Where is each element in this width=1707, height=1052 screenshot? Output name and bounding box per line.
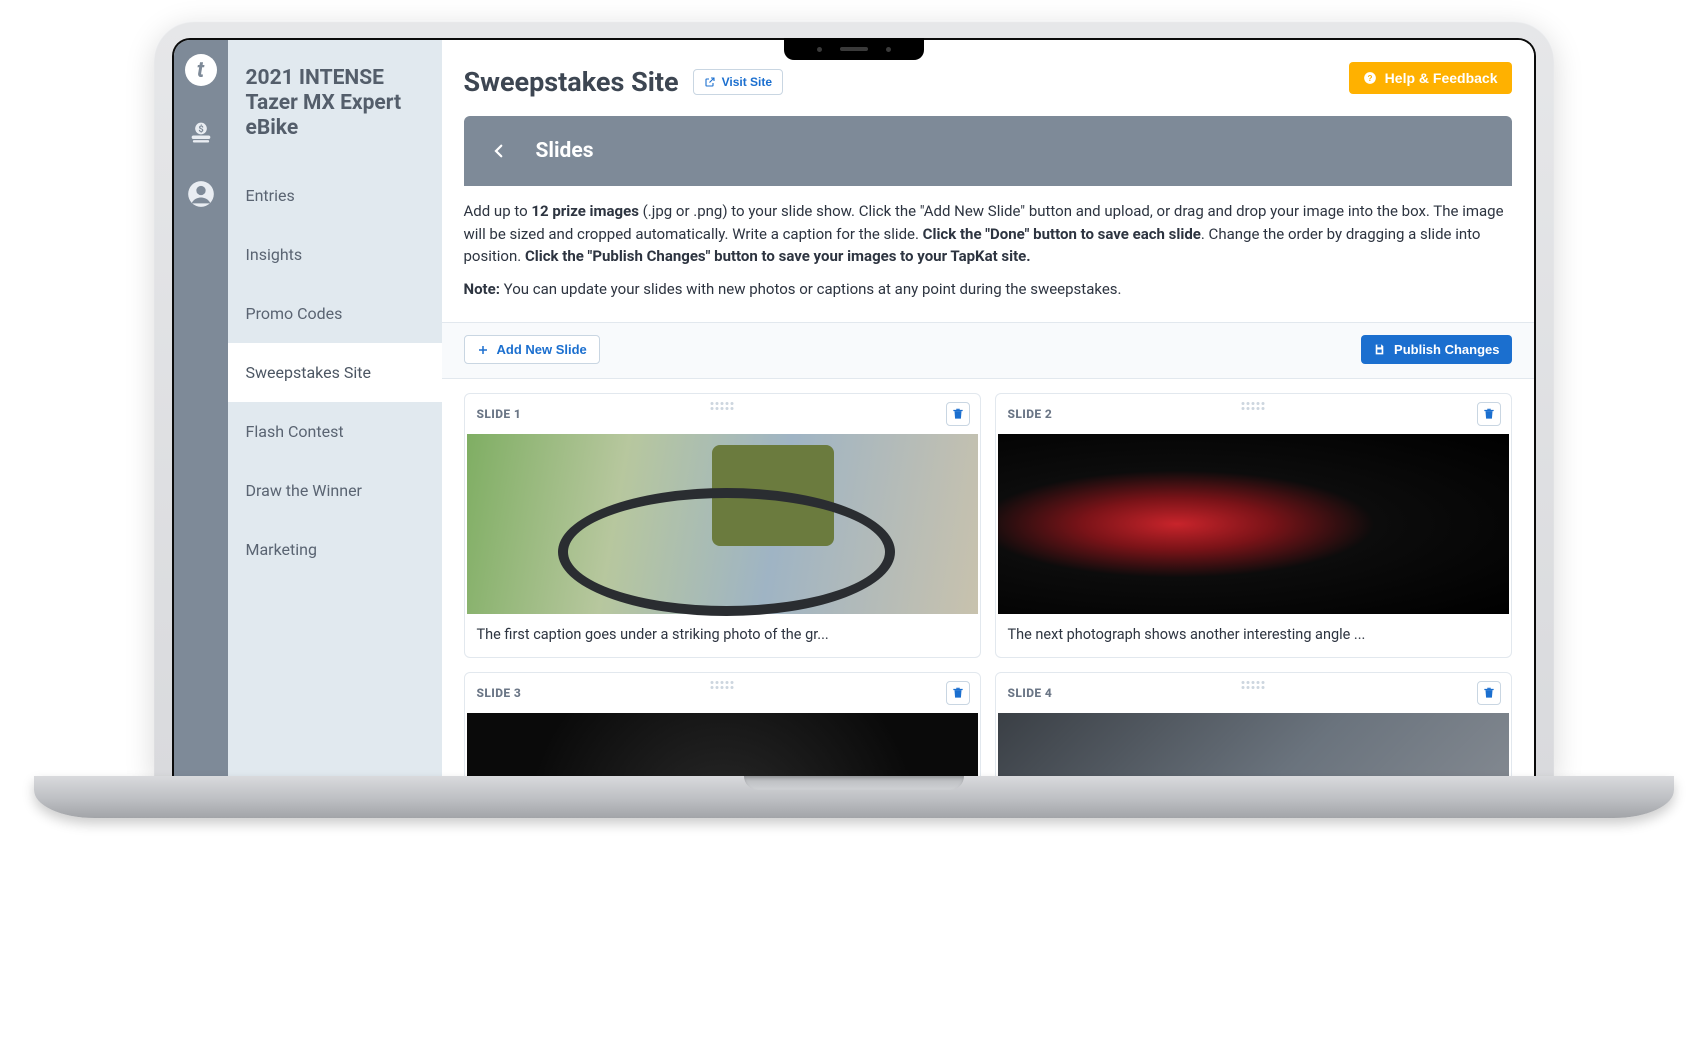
drag-handle[interactable] [1242,402,1265,410]
main-panel: ? Help & Feedback Sweepstakes Site Visit… [442,40,1534,778]
visit-site-label: Visit Site [722,75,772,89]
slide-image[interactable] [998,434,1509,614]
trash-icon [951,407,965,421]
slide-image[interactable] [467,434,978,614]
delete-slide-button[interactable] [1477,402,1501,426]
sidebar-item-promo-codes[interactable]: Promo Codes [228,284,442,343]
help-feedback-button[interactable]: ? Help & Feedback [1349,62,1512,94]
delete-slide-button[interactable] [946,681,970,705]
drag-handle[interactable] [711,402,734,410]
slide-card: SLIDE 4 [995,672,1512,778]
sidebar-item-marketing[interactable]: Marketing [228,520,442,579]
section-title: Slides [536,139,594,163]
sidebar-item-entries[interactable]: Entries [228,166,442,225]
action-row: Add New Slide Publish Changes [442,323,1534,379]
laptop-notch [784,38,924,60]
trash-icon [1482,407,1496,421]
delete-slide-button[interactable] [946,402,970,426]
sweepstakes-name: 2021 INTENSE Tazer MX Expert eBike [228,40,442,166]
page-title: Sweepstakes Site [464,66,679,98]
svg-text:?: ? [1367,74,1372,83]
logo-icon[interactable]: t [185,54,217,86]
instructions-block: Add up to 12 prize images (.jpg or .png)… [442,186,1534,316]
slide-label: SLIDE 4 [1008,686,1053,700]
drag-handle[interactable] [1242,681,1265,689]
visit-site-button[interactable]: Visit Site [693,69,783,95]
plus-icon [477,344,489,356]
trash-icon [951,686,965,700]
help-icon: ? [1363,71,1377,85]
slide-label: SLIDE 1 [477,407,522,421]
sidebar: 2021 INTENSE Tazer MX Expert eBike Entri… [228,40,442,778]
slide-label: SLIDE 2 [1008,407,1053,421]
chevron-left-icon [490,140,508,162]
external-link-icon [704,76,716,88]
add-new-slide-button[interactable]: Add New Slide [464,335,600,364]
svg-text:$: $ [198,124,203,135]
slide-card: SLIDE 2 The next photograph shows anothe… [995,393,1512,658]
slide-card: SLIDE 1 The first caption goes under a s… [464,393,981,658]
sidebar-item-draw-winner[interactable]: Draw the Winner [228,461,442,520]
publish-label: Publish Changes [1394,342,1499,357]
donate-icon[interactable]: $ [185,116,217,148]
add-slide-label: Add New Slide [497,342,587,357]
slide-image[interactable] [998,713,1509,778]
sidebar-item-insights[interactable]: Insights [228,225,442,284]
trash-icon [1482,686,1496,700]
publish-changes-button[interactable]: Publish Changes [1361,335,1511,364]
slide-image[interactable] [467,713,978,778]
slide-caption: The next photograph shows another intere… [996,614,1511,657]
slide-caption: The first caption goes under a striking … [465,614,980,657]
sidebar-item-sweepstakes-site[interactable]: Sweepstakes Site [228,343,442,402]
account-icon[interactable] [185,178,217,210]
icon-rail: t $ [174,40,228,778]
slide-card: SLIDE 3 [464,672,981,778]
drag-handle[interactable] [711,681,734,689]
section-header: Slides [464,116,1512,186]
help-feedback-label: Help & Feedback [1385,70,1498,86]
sidebar-item-flash-contest[interactable]: Flash Contest [228,402,442,461]
save-icon [1373,343,1386,356]
delete-slide-button[interactable] [1477,681,1501,705]
back-button[interactable] [490,142,508,160]
laptop-base [34,776,1674,818]
slide-label: SLIDE 3 [477,686,522,700]
